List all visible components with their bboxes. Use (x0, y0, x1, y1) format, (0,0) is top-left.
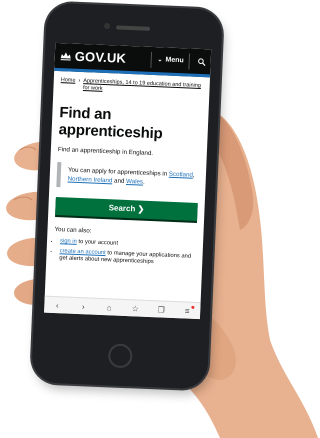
inset-and: and (113, 176, 125, 185)
wales-link[interactable]: Wales (126, 177, 143, 185)
inset-text: You can apply for apprenticeships in Sco… (56, 162, 200, 193)
northern-ireland-link[interactable]: Northern Ireland (68, 175, 113, 184)
menu-label: Menu (165, 56, 184, 65)
header-search-button[interactable] (188, 52, 207, 70)
search-button-label: Search (108, 203, 136, 214)
bookmark-star-icon[interactable]: ☆ (128, 304, 142, 314)
front-camera (103, 22, 111, 30)
breadcrumb: Home › Apprenticeships, 14 to 19 educati… (60, 77, 202, 97)
chevron-down-icon: ⌄ (157, 57, 163, 64)
forward-icon[interactable]: › (76, 301, 90, 311)
chevron-right-icon: ❯ (137, 204, 145, 214)
back-icon[interactable]: ‹ (50, 300, 64, 310)
crown-icon (60, 51, 71, 61)
browser-menu-icon[interactable]: ≡ (180, 306, 194, 316)
create-account-link[interactable]: create an account (60, 248, 106, 256)
breadcrumb-home-link[interactable]: Home (60, 77, 76, 92)
breadcrumb-chevron-icon: › (78, 77, 81, 84)
list-item-text: to your account (78, 239, 119, 247)
home-button[interactable] (107, 343, 133, 369)
phone-device: GOV.UK ⌄ Menu Home › Apprenticeships, 14… (31, 2, 223, 390)
sign-in-link[interactable]: sign in (60, 238, 77, 245)
list-item: create an account to manage your applica… (59, 248, 196, 269)
main-content: Home › Apprenticeships, 14 to 19 educati… (46, 71, 210, 277)
inset-period: . (142, 178, 145, 186)
lead-text: Find an apprenticeship in England. (57, 146, 154, 158)
breadcrumb-current-link[interactable]: Apprenticeships, 14 to 19 education and … (83, 78, 203, 97)
browser-toolbar: ‹ › ⌂ ☆ ❐ ≡ (44, 295, 201, 320)
tabs-icon[interactable]: ❐ (154, 305, 168, 315)
page-title: Find an apprenticeship (58, 104, 163, 143)
earpiece-speaker (115, 25, 151, 31)
inset-comma: , (192, 171, 195, 179)
you-can-also-heading: You can also: (54, 225, 92, 235)
menu-button[interactable]: ⌄ Menu (150, 51, 185, 69)
govuk-logo[interactable]: GOV.UK (74, 49, 150, 67)
scotland-link[interactable]: Scotland (169, 171, 193, 179)
phone-screen: GOV.UK ⌄ Menu Home › Apprenticeships, 14… (44, 42, 212, 320)
home-icon[interactable]: ⌂ (102, 303, 116, 313)
also-list: sign in to your account create an accoun… (53, 238, 196, 268)
search-button[interactable]: Search ❯ (55, 197, 198, 221)
search-icon (198, 57, 206, 66)
